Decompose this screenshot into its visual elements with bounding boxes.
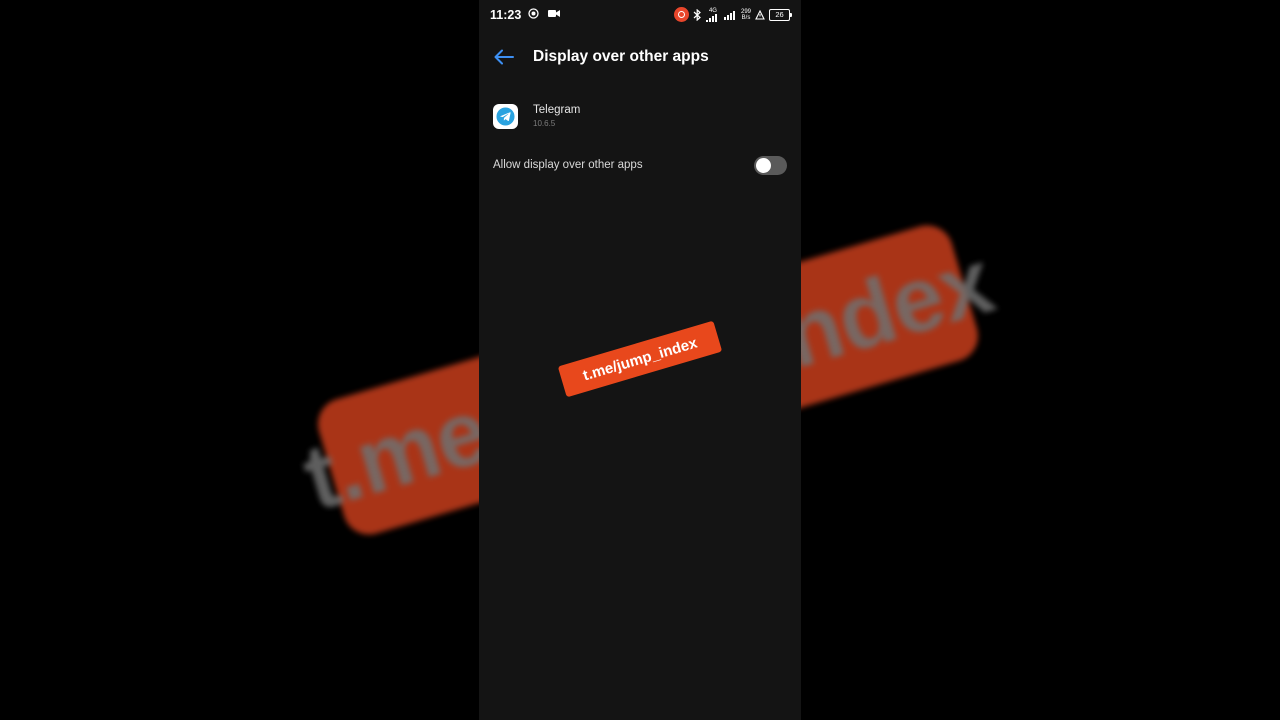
allow-display-over-apps-row[interactable]: Allow display over other apps [493, 152, 787, 178]
battery-icon: 26 [769, 8, 792, 21]
watermark-text: t.me/jump_index [580, 334, 700, 384]
allow-display-over-apps-toggle[interactable] [754, 155, 787, 175]
status-bar: 11:23 4G 299 B/s 26 [479, 0, 801, 32]
phone-screen: 11:23 4G 299 B/s 26 Display over other a… [479, 0, 801, 720]
network-speed: 299 B/s [741, 9, 751, 21]
mobile-signal-group: 4G [705, 8, 720, 22]
app-name: Telegram [533, 104, 581, 116]
app-texts: Telegram 10.6.5 [533, 104, 580, 128]
status-left-icons [528, 8, 560, 19]
network-speed-unit: B/s [741, 14, 751, 21]
signal-strength-icon [705, 13, 717, 22]
telegram-icon [493, 103, 518, 129]
telegram-logo [496, 106, 515, 126]
signal-strength-icon-2 [723, 10, 735, 20]
status-time: 11:23 [490, 8, 522, 22]
arrow-left-icon [494, 49, 514, 65]
status-right-icons: 4G 299 B/s 26 [673, 7, 792, 22]
watermark-badge: t.me/jump_index [557, 320, 723, 398]
app-version: 10.6.5 [533, 119, 556, 128]
screen-record-status-icon [528, 8, 539, 19]
back-button[interactable] [491, 44, 517, 70]
allow-display-over-apps-label: Allow display over other apps [493, 159, 643, 171]
toggle-knob [756, 157, 771, 173]
bluetooth-icon [693, 8, 701, 21]
app-info-row: Telegram 10.6.5 [493, 98, 787, 134]
page-title: Display over other apps [533, 48, 709, 65]
screen-recording-frame: t.me/jump_index 11:23 4 [0, 0, 1280, 720]
alarm-icon [755, 9, 765, 20]
recording-indicator-icon [673, 7, 689, 22]
header-bar: Display over other apps [479, 38, 801, 76]
video-camera-icon [548, 10, 560, 17]
